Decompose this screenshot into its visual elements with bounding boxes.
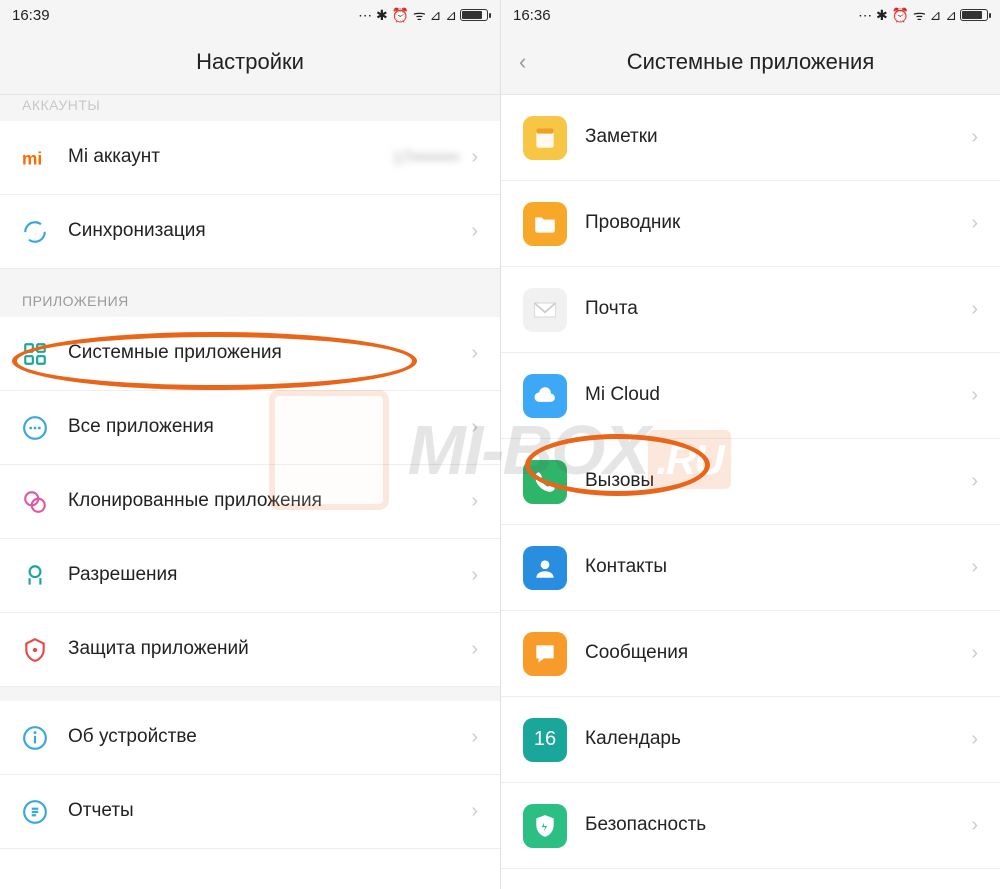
row-app-lock[interactable]: Защита приложений › [0, 613, 500, 687]
row-label: Сообщения [585, 641, 971, 666]
row-notes[interactable]: Заметки › [501, 95, 1000, 181]
chevron-right-icon: › [471, 220, 478, 243]
chevron-right-icon: › [971, 298, 978, 321]
row-calendar[interactable]: 16 Календарь › [501, 697, 1000, 783]
messages-icon [523, 632, 567, 676]
row-mi-cloud[interactable]: Mi Cloud › [501, 353, 1000, 439]
row-label: Клонированные приложения [68, 489, 471, 514]
status-time: 16:39 [12, 7, 50, 24]
sync-icon [22, 219, 68, 245]
row-label: Синхронизация [68, 219, 471, 244]
row-label: Защита приложений [68, 637, 471, 662]
row-cloned-apps[interactable]: Клонированные приложения › [0, 465, 500, 539]
row-all-apps[interactable]: Все приложения › [0, 391, 500, 465]
chevron-right-icon: › [971, 556, 978, 579]
chevron-right-icon: › [971, 728, 978, 751]
info-icon [22, 725, 68, 751]
chevron-right-icon: › [471, 342, 478, 365]
battery-icon [960, 9, 988, 21]
row-label: Контакты [585, 555, 971, 580]
row-label: Об устройстве [68, 725, 471, 750]
chevron-right-icon: › [971, 470, 978, 493]
row-label: Все приложения [68, 415, 471, 440]
chevron-right-icon: › [471, 638, 478, 661]
settings-screen: 16:39 ⋯ ✱ ⏰ ᯤ ⊿ ⊿ Настройки АККАУНТЫ mi … [0, 0, 500, 889]
chevron-right-icon: › [971, 212, 978, 235]
row-label: Почта [585, 297, 971, 322]
apps-grid-icon [22, 341, 68, 367]
chevron-right-icon: › [971, 642, 978, 665]
row-label: Проводник [585, 211, 971, 236]
row-label: Отчеты [68, 799, 471, 824]
chevron-right-icon: › [471, 564, 478, 587]
row-label: Вызовы [585, 469, 971, 494]
cloud-icon [523, 374, 567, 418]
battery-icon [460, 9, 488, 21]
chevron-right-icon: › [971, 126, 978, 149]
section-apps-header: ПРИЛОЖЕНИЯ [0, 283, 500, 317]
app-lock-icon [22, 637, 68, 663]
row-system-apps[interactable]: Системные приложения › [0, 317, 500, 391]
row-label: Системные приложения [68, 341, 471, 366]
row-sync[interactable]: Синхронизация › [0, 195, 500, 269]
row-label: Mi Cloud [585, 383, 971, 408]
row-label: Разрешения [68, 563, 471, 588]
back-button[interactable]: ‹ [519, 49, 526, 75]
status-icons: ⋯ ✱ ⏰ ᯤ ⊿ ⊿ [358, 6, 457, 25]
status-bar: 16:36 ⋯ ✱ ⏰ ᯤ ⊿ ⊿ [501, 0, 1000, 30]
mail-icon [523, 288, 567, 332]
row-contacts[interactable]: Контакты › [501, 525, 1000, 611]
security-icon [523, 804, 567, 848]
svg-text:mi: mi [22, 148, 42, 168]
row-mail[interactable]: Почта › [501, 267, 1000, 353]
row-label: Mi аккаунт [68, 145, 393, 170]
status-icons: ⋯ ✱ ⏰ ᯤ ⊿ ⊿ [858, 6, 957, 25]
notes-icon [523, 116, 567, 160]
row-mi-account[interactable]: mi Mi аккаунт 17•••••••• › [0, 121, 500, 195]
permissions-icon [22, 563, 68, 589]
row-label: Заметки [585, 125, 971, 150]
chevron-right-icon: › [471, 146, 478, 169]
row-label: Календарь [585, 727, 971, 752]
row-security[interactable]: Безопасность › [501, 783, 1000, 869]
status-time: 16:36 [513, 7, 551, 24]
header: Настройки [0, 30, 500, 95]
page-title: Системные приложения [627, 49, 875, 75]
row-reports[interactable]: Отчеты › [0, 775, 500, 849]
chevron-right-icon: › [971, 384, 978, 407]
explorer-icon [523, 202, 567, 246]
row-about-device[interactable]: Об устройстве › [0, 701, 500, 775]
clone-icon [22, 489, 68, 515]
row-calls[interactable]: Вызовы › [501, 439, 1000, 525]
page-title: Настройки [196, 49, 304, 75]
row-label: Безопасность [585, 813, 971, 838]
phone-icon [523, 460, 567, 504]
header: ‹ Системные приложения [501, 30, 1000, 95]
system-apps-screen: 16:36 ⋯ ✱ ⏰ ᯤ ⊿ ⊿ ‹ Системные приложения… [500, 0, 1000, 889]
row-explorer[interactable]: Проводник › [501, 181, 1000, 267]
contacts-icon [523, 546, 567, 590]
chevron-right-icon: › [471, 726, 478, 749]
row-value: 17•••••••• [393, 148, 460, 168]
more-circle-icon [22, 415, 68, 441]
calendar-icon: 16 [523, 718, 567, 762]
mi-logo-icon: mi [22, 145, 68, 171]
chevron-right-icon: › [471, 490, 478, 513]
reports-icon [22, 799, 68, 825]
chevron-right-icon: › [471, 416, 478, 439]
row-messages[interactable]: Сообщения › [501, 611, 1000, 697]
chevron-right-icon: › [471, 800, 478, 823]
status-bar: 16:39 ⋯ ✱ ⏰ ᯤ ⊿ ⊿ [0, 0, 500, 30]
row-permissions[interactable]: Разрешения › [0, 539, 500, 613]
chevron-right-icon: › [971, 814, 978, 837]
section-accounts-header: АККАУНТЫ [0, 95, 500, 121]
